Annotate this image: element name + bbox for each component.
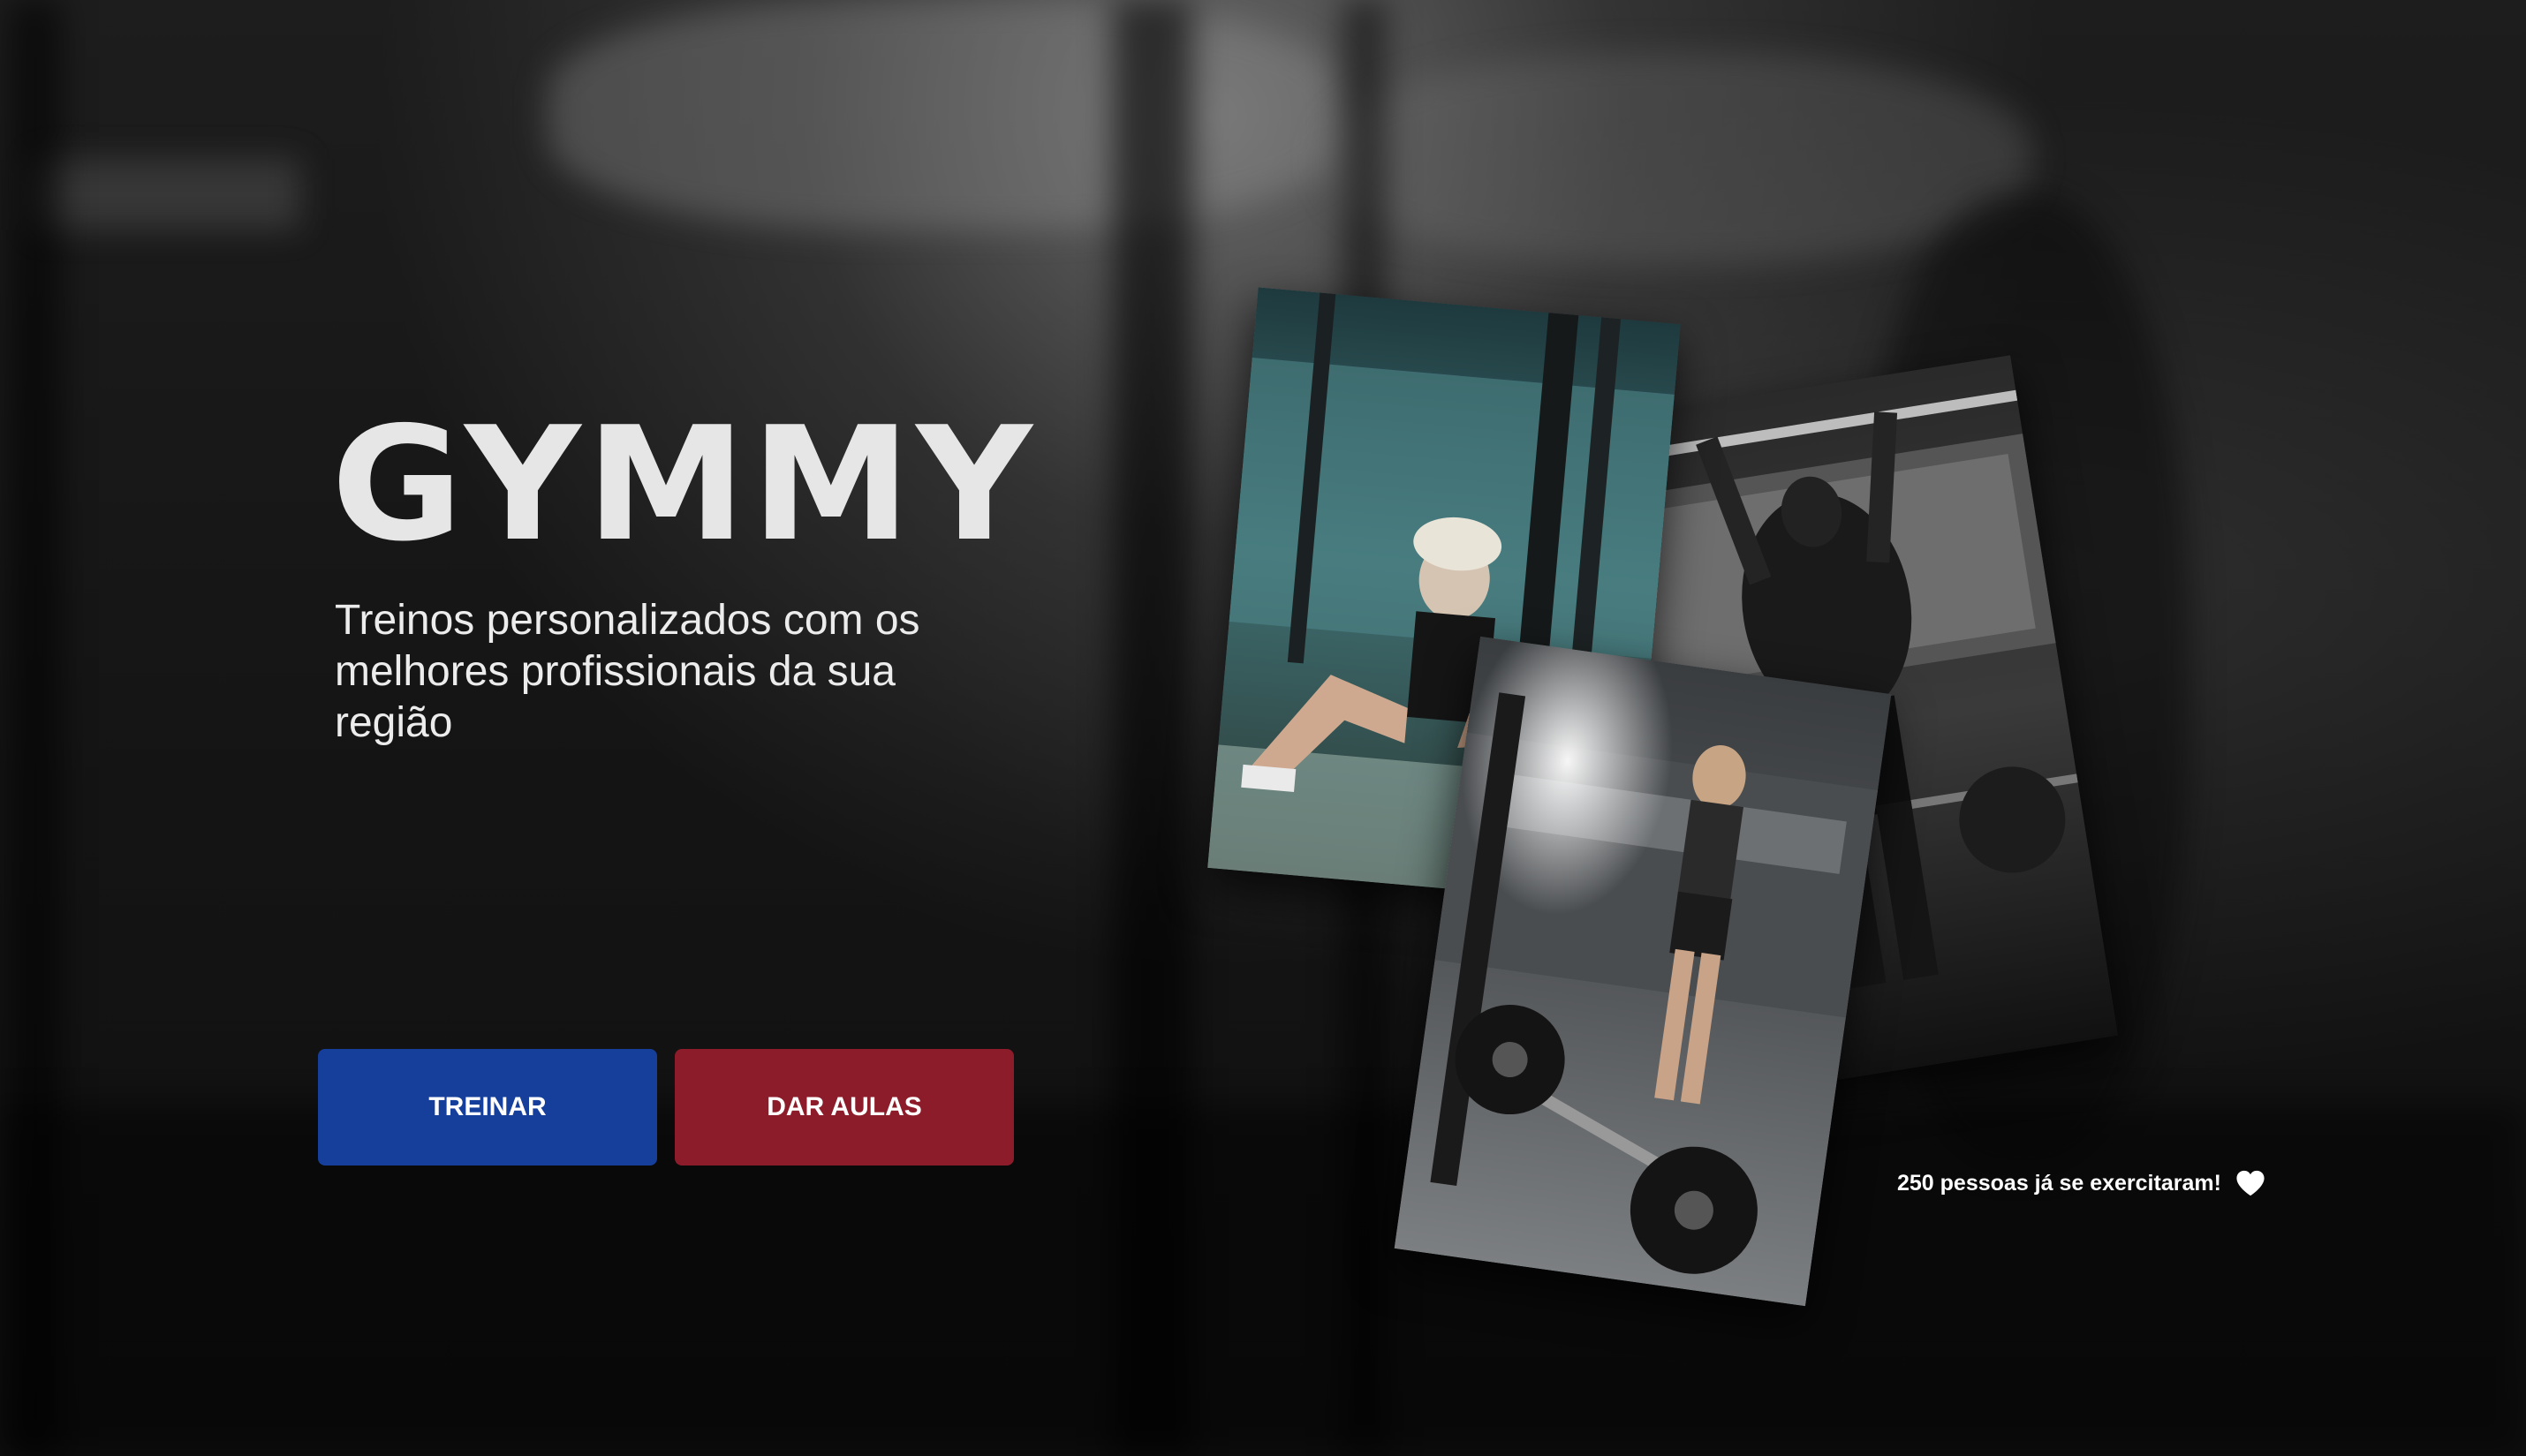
background-glow: [548, 0, 1342, 230]
photo-woman-barbell: [1394, 636, 1892, 1307]
background-pillar: [9, 0, 62, 1456]
brand-title: GYMMY: [331, 393, 1038, 576]
background-glow: [35, 159, 300, 230]
exercise-counter-text: 250 pessoas já se exercitaram!: [1897, 1170, 2221, 1196]
heart-icon: [2236, 1170, 2265, 1196]
teach-button[interactable]: DAR AULAS: [675, 1049, 1014, 1166]
train-button[interactable]: TREINAR: [318, 1049, 657, 1166]
landing-page: GYMMY Treinos personalizados com os melh…: [0, 0, 2526, 1456]
background-pillar: [1113, 0, 1192, 1456]
background-glow: [1325, 53, 2031, 265]
hero-section: GYMMY Treinos personalizados com os melh…: [331, 406, 1032, 749]
exercise-counter: 250 pessoas já se exercitaram!: [1897, 1169, 2265, 1197]
hero-subtitle: Treinos personalizados com os melhores p…: [335, 597, 920, 746]
